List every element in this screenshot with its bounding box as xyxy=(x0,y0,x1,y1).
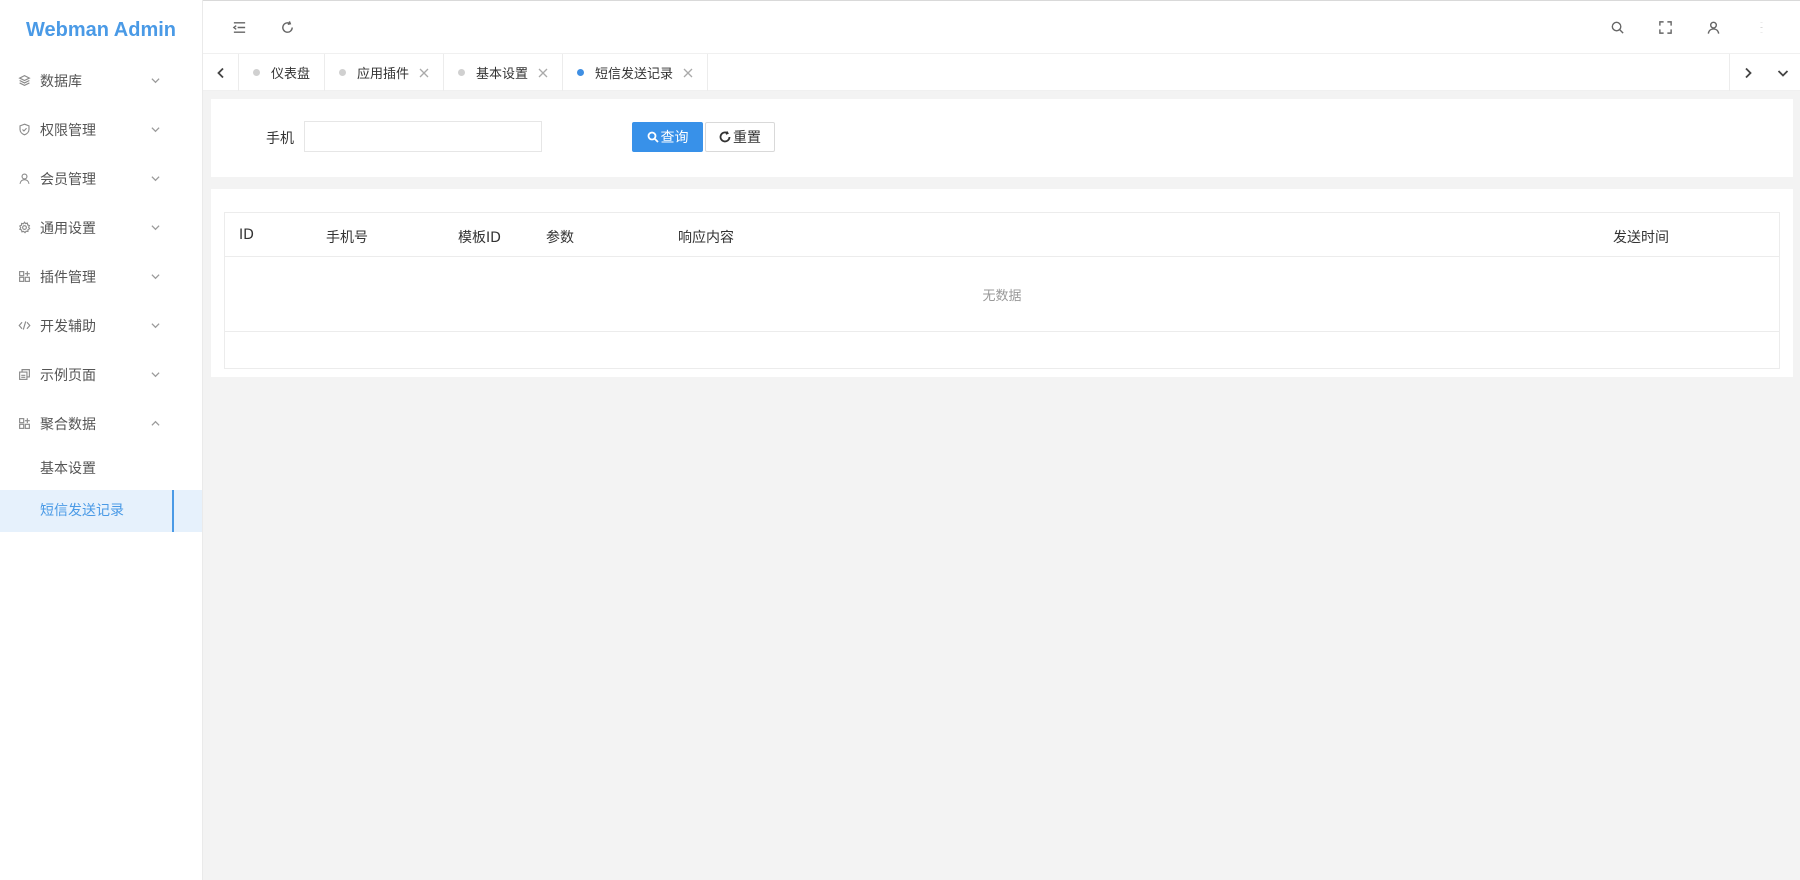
user-icon xyxy=(16,171,32,187)
submenu-aggregated-data: 基本设置 短信发送记录 xyxy=(0,448,202,532)
reset-button[interactable]: 重置 xyxy=(705,122,775,152)
user-icon[interactable] xyxy=(1701,15,1725,39)
column-header-id[interactable]: ID xyxy=(239,227,254,243)
column-header-response[interactable]: 响应内容 xyxy=(678,227,734,247)
close-icon[interactable] xyxy=(538,68,548,78)
chevron-down-icon xyxy=(1777,69,1789,77)
close-icon[interactable] xyxy=(419,68,429,78)
sms-records-table-card: ID 手机号 模板ID 参数 响应内容 发送时间 无数据 xyxy=(211,189,1793,377)
sidebar-item-members[interactable]: 会员管理 xyxy=(0,154,202,203)
sidebar-item-label: 聚合数据 xyxy=(40,416,96,433)
sidebar-subitem-sms-records[interactable]: 短信发送记录 xyxy=(0,490,202,532)
phone-label: 手机 xyxy=(266,131,294,147)
sidebar-item-label: 会员管理 xyxy=(40,171,96,188)
app-root: Webman Admin 数据库 权限管理 会员管理 通用设置 插件管理 开发辅… xyxy=(0,0,1800,880)
sms-records-table: ID 手机号 模板ID 参数 响应内容 发送时间 无数据 xyxy=(224,212,1780,369)
apps-add-icon xyxy=(16,269,32,285)
more-vertical-icon[interactable] xyxy=(1749,15,1773,39)
reset-button-label: 重置 xyxy=(733,130,761,146)
sidebar-item-permissions[interactable]: 权限管理 xyxy=(0,105,202,154)
tab-label: 应用插件 xyxy=(357,67,410,82)
tab-app-plugins[interactable]: 应用插件 xyxy=(325,54,445,91)
tab-basic-settings[interactable]: 基本设置 xyxy=(444,54,564,91)
query-button-label: 查询 xyxy=(660,130,689,146)
query-button[interactable]: 查询 xyxy=(632,122,703,152)
code-icon xyxy=(16,318,32,334)
column-header-phone[interactable]: 手机号 xyxy=(326,227,368,247)
sidebar-item-database[interactable]: 数据库 xyxy=(0,56,202,105)
tab-status-dot xyxy=(458,69,466,76)
tab-label: 仪表盘 xyxy=(271,67,311,82)
sidebar-item-label: 数据库 xyxy=(40,73,82,90)
tab-label: 短信发送记录 xyxy=(595,67,674,82)
sidebar-item-label: 插件管理 xyxy=(40,269,96,286)
sidebar-item-general-settings[interactable]: 通用设置 xyxy=(0,203,202,252)
column-header-params[interactable]: 参数 xyxy=(546,227,574,247)
close-icon[interactable] xyxy=(683,68,693,78)
layers-icon xyxy=(16,73,32,89)
chevron-down-icon xyxy=(150,370,160,380)
tab-sms-records[interactable]: 短信发送记录 xyxy=(563,54,709,91)
search-form: 手机 查询 重置 xyxy=(211,99,1793,177)
table-empty-state: 无数据 xyxy=(225,257,1779,332)
chevron-down-icon xyxy=(150,321,160,331)
top-header xyxy=(203,0,1800,53)
chevron-right-icon xyxy=(1744,67,1752,78)
fullscreen-icon[interactable] xyxy=(1653,15,1677,39)
search-icon xyxy=(647,131,659,143)
template-icon xyxy=(16,367,32,383)
sidebar-item-dev-tools[interactable]: 开发辅助 xyxy=(0,301,202,350)
tabs: 仪表盘 应用插件 基本设置 短信发送记录 xyxy=(239,54,709,91)
sidebar-item-examples[interactable]: 示例页面 xyxy=(0,350,202,399)
sidebar-item-label: 权限管理 xyxy=(40,122,96,139)
chevron-up-icon xyxy=(150,419,160,429)
tab-status-dot xyxy=(253,69,260,76)
chevron-down-icon xyxy=(150,272,160,282)
chevron-down-icon xyxy=(150,174,160,184)
sidebar-subitem-basic-settings[interactable]: 基本设置 xyxy=(0,448,202,490)
chevron-down-icon xyxy=(150,223,160,233)
menu-fold-icon[interactable] xyxy=(227,15,251,39)
tab-status-dot xyxy=(339,69,347,76)
tab-scroll-right-button[interactable] xyxy=(1729,54,1765,91)
refresh-icon[interactable] xyxy=(275,15,299,39)
sidebar-item-label: 示例页面 xyxy=(40,367,96,384)
column-header-template-id[interactable]: 模板ID xyxy=(458,227,501,247)
sidebar-item-label: 开发辅助 xyxy=(40,318,96,335)
sidebar-menu: 数据库 权限管理 会员管理 通用设置 插件管理 开发辅助 示例页面 聚合数据 xyxy=(0,56,202,448)
chevron-down-icon xyxy=(150,125,160,135)
tab-options-button[interactable] xyxy=(1765,54,1800,91)
refresh-icon xyxy=(719,131,731,143)
tab-dashboard[interactable]: 仪表盘 xyxy=(239,54,326,91)
gear-icon xyxy=(16,220,32,236)
sidebar-item-aggregated-data[interactable]: 聚合数据 xyxy=(0,399,202,448)
sidebar-item-label: 通用设置 xyxy=(40,220,96,237)
shield-check-icon xyxy=(16,122,32,138)
apps-add-icon xyxy=(16,416,32,432)
tab-label: 基本设置 xyxy=(476,67,529,82)
app-logo[interactable]: Webman Admin xyxy=(0,0,202,56)
tab-status-dot xyxy=(577,69,585,76)
tab-scroll-left-button[interactable] xyxy=(203,54,239,91)
phone-input[interactable] xyxy=(304,121,542,152)
chevron-down-icon xyxy=(150,76,160,86)
tab-bar: 仪表盘 应用插件 基本设置 短信发送记录 xyxy=(203,53,1800,91)
sidebar: Webman Admin 数据库 权限管理 会员管理 通用设置 插件管理 开发辅… xyxy=(0,0,203,880)
search-icon[interactable] xyxy=(1605,15,1629,39)
chevron-left-icon xyxy=(216,67,224,78)
sidebar-item-plugins[interactable]: 插件管理 xyxy=(0,252,202,301)
table-header: ID 手机号 模板ID 参数 响应内容 发送时间 xyxy=(225,213,1779,257)
column-header-send-time[interactable]: 发送时间 xyxy=(1613,227,1669,247)
